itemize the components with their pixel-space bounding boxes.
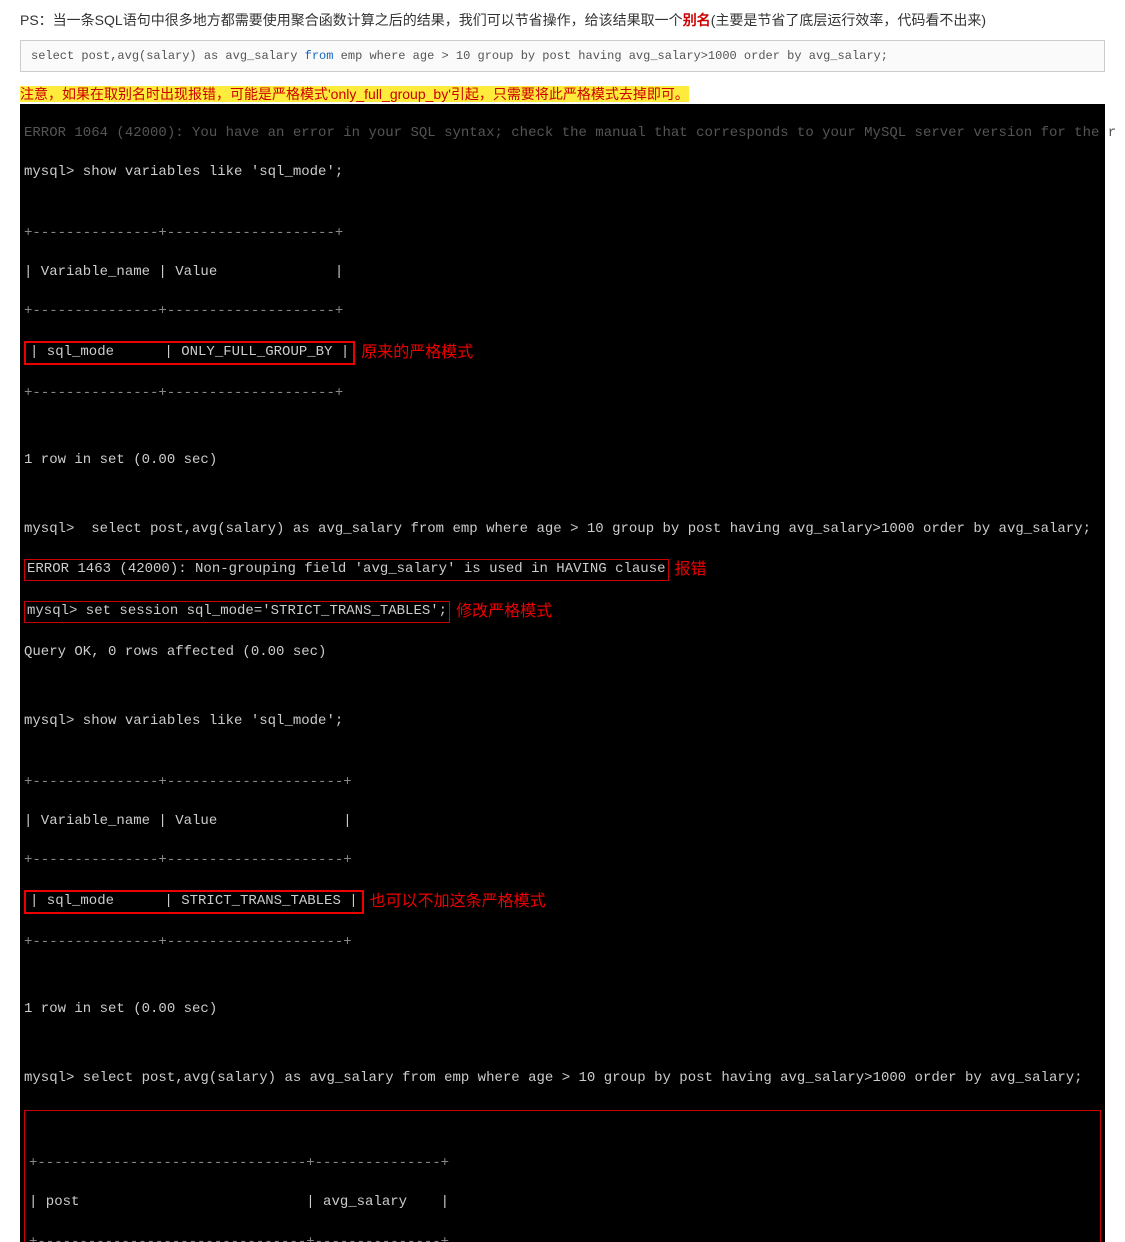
highlighted-row-strict-trans-tables: | sql_mode | STRICT_TRANS_TABLES | xyxy=(24,890,364,914)
cmd-select-having-2: mysql> select post,avg(salary) as avg_sa… xyxy=(24,1069,1101,1089)
annotation-error: 报错 xyxy=(675,559,707,581)
ps-suffix: (主要是节省了底层运行效率，代码看不出来) xyxy=(711,12,986,28)
table-row: | sql_mode | STRICT_TRANS_TABLES | xyxy=(30,893,358,909)
code-pre: select post,avg(salary) as avg_salary xyxy=(31,49,305,63)
ps-prefix: PS：当一条SQL语句中很多地方都需要使用聚合函数计算之后的结果，我们可以节省操… xyxy=(20,12,683,28)
table-header: | post | avg_salary | xyxy=(29,1193,1096,1213)
result-table-3: +--------------------------------+------… xyxy=(29,1135,1096,1242)
query-ok-line: Query OK, 0 rows affected (0.00 sec) xyxy=(24,643,1101,663)
cmd-set-session: mysql> set session sql_mode='STRICT_TRAN… xyxy=(27,603,447,619)
table-sep: +---------------+--------------------+ xyxy=(24,302,473,322)
cmd-show-variables-2: mysql> show variables like 'sql_mode'; xyxy=(24,712,1101,732)
table-sep: +---------------+---------------------+ xyxy=(24,851,546,871)
highlighted-error-1463: ERROR 1463 (42000): Non-grouping field '… xyxy=(24,559,669,581)
cmd-select-having: mysql> select post,avg(salary) as avg_sa… xyxy=(24,520,1101,540)
annotation-modify-strict-mode: 修改严格模式 xyxy=(456,601,552,623)
table-row: | sql_mode | ONLY_FULL_GROUP_BY | xyxy=(30,344,349,360)
cmd-show-variables-1: mysql> show variables like 'sql_mode'; xyxy=(24,163,1101,183)
result-count: 1 row in set (0.00 sec) xyxy=(24,451,1101,471)
annotation-original-strict-mode: 原来的严格模式 xyxy=(361,342,473,364)
note-line: 注意，如果在取别名时出现报错，可能是严格模式'only_full_group_b… xyxy=(20,84,1105,104)
ps-text: PS：当一条SQL语句中很多地方都需要使用聚合函数计算之后的结果，我们可以节省操… xyxy=(20,10,1105,30)
ps-alias-word: 别名 xyxy=(683,12,711,28)
table-sep: +--------------------------------+------… xyxy=(29,1154,1096,1174)
result-table-2: +---------------+---------------------+ … xyxy=(24,753,546,973)
annotation-optional-strict-mode: 也可以不加这条严格模式 xyxy=(370,891,546,913)
sql-code-box: select post,avg(salary) as avg_salary fr… xyxy=(20,40,1105,72)
highlighted-row-only-full-group-by: | sql_mode | ONLY_FULL_GROUP_BY | xyxy=(24,341,355,365)
code-post: emp where age > 10 group by post having … xyxy=(333,49,888,63)
table-sep: +---------------+--------------------+ xyxy=(24,384,473,404)
result-table-3-box: +--------------------------------+------… xyxy=(24,1110,1101,1242)
table-sep: +---------------+---------------------+ xyxy=(24,773,546,793)
result-count: 1 row in set (0.00 sec) xyxy=(24,1000,1101,1020)
table-header: | Variable_name | Value | xyxy=(24,263,473,283)
table-sep: +--------------------------------+------… xyxy=(29,1233,1096,1242)
table-header: | Variable_name | Value | xyxy=(24,812,546,832)
error-line: ERROR 1463 (42000): Non-grouping field '… xyxy=(27,561,666,577)
mysql-terminal: ERROR 1064 (42000): You have an error in… xyxy=(20,104,1105,1242)
table-sep: +---------------+---------------------+ xyxy=(24,933,546,953)
code-keyword-from: from xyxy=(305,49,334,63)
highlighted-set-session: mysql> set session sql_mode='STRICT_TRAN… xyxy=(24,601,450,623)
faded-error-top: ERROR 1064 (42000): You have an error in… xyxy=(24,124,1101,144)
table-sep: +---------------+--------------------+ xyxy=(24,224,473,244)
note-highlighted: 注意，如果在取别名时出现报错，可能是严格模式'only_full_group_b… xyxy=(20,86,689,102)
result-table-1: +---------------+--------------------+ |… xyxy=(24,204,473,424)
